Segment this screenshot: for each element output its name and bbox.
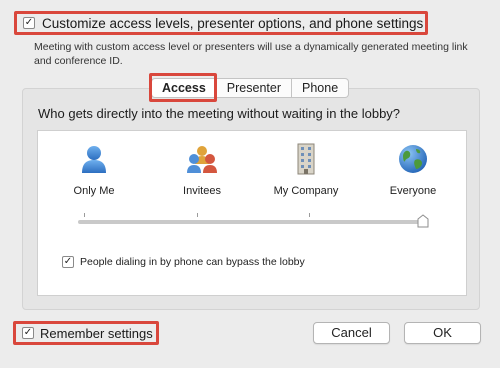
access-level-my-company[interactable]: My Company bbox=[256, 143, 356, 197]
lobby-question: Who gets directly into the meeting witho… bbox=[38, 106, 401, 121]
ok-button[interactable]: OK bbox=[404, 322, 481, 344]
access-level-label: Everyone bbox=[389, 185, 437, 197]
globe-icon bbox=[363, 143, 463, 175]
slider-thumb[interactable] bbox=[417, 214, 429, 228]
group-icon bbox=[152, 143, 252, 175]
access-level-label: My Company bbox=[273, 185, 339, 197]
remember-settings-option[interactable]: ✓ Remember settings bbox=[13, 321, 159, 345]
tab-phone[interactable]: Phone bbox=[292, 78, 350, 98]
access-level-only-me[interactable]: Only Me bbox=[44, 143, 144, 197]
cancel-button[interactable]: Cancel bbox=[313, 322, 390, 344]
access-level-slider[interactable] bbox=[78, 220, 428, 224]
customize-description: Meeting with custom access level or pres… bbox=[34, 41, 468, 67]
customize-label: Customize access levels, presenter optio… bbox=[42, 15, 424, 31]
access-level-label: Only Me bbox=[73, 185, 115, 197]
slider-tick bbox=[197, 213, 198, 217]
remember-settings-label: Remember settings bbox=[40, 325, 153, 341]
access-level-invitees[interactable]: Invitees bbox=[152, 143, 252, 197]
tab-presenter[interactable]: Presenter bbox=[216, 78, 292, 98]
building-icon bbox=[256, 143, 356, 175]
access-level-everyone[interactable]: Everyone bbox=[363, 143, 463, 197]
phone-bypass-label: People dialing in by phone can bypass th… bbox=[80, 256, 305, 268]
customize-option[interactable]: ✓ Customize access levels, presenter opt… bbox=[14, 11, 428, 35]
remember-settings-checkbox[interactable]: ✓ bbox=[22, 327, 34, 339]
slider-tick bbox=[309, 213, 310, 217]
access-level-label: Invitees bbox=[183, 185, 221, 197]
access-tab-highlight bbox=[149, 73, 217, 102]
phone-bypass-checkbox[interactable]: ✓ bbox=[62, 256, 74, 268]
phone-bypass-option[interactable]: ✓ People dialing in by phone can bypass … bbox=[62, 256, 305, 268]
customize-checkbox[interactable]: ✓ bbox=[23, 17, 35, 29]
person-icon bbox=[44, 143, 144, 175]
slider-tick bbox=[84, 213, 85, 217]
